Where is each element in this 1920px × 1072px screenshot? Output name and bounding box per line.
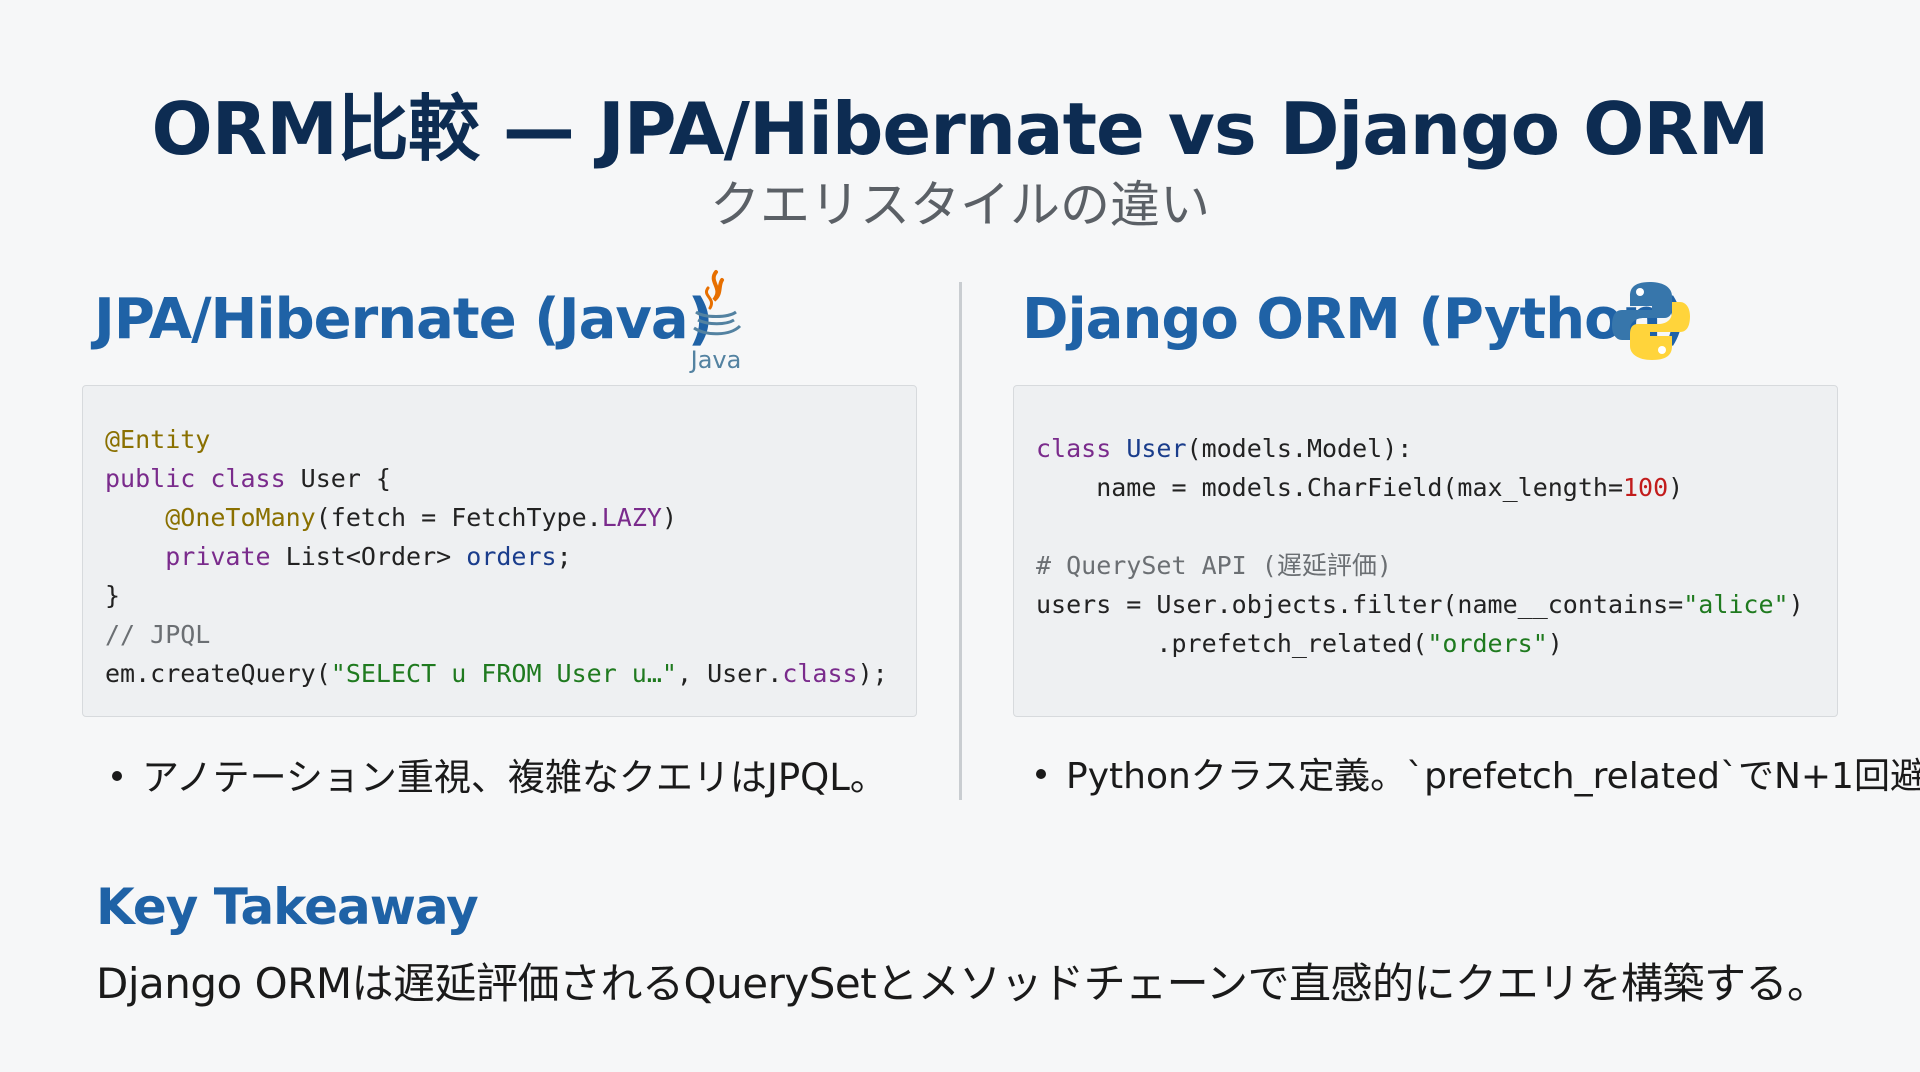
code-token: (models.Model): <box>1186 434 1413 463</box>
code-token: ) <box>661 503 677 532</box>
code-token: name = models.CharField(max_length= <box>1036 473 1623 502</box>
code-token: .prefetch_related( <box>1036 629 1428 658</box>
code-token: class <box>210 464 301 493</box>
code-line: class User(models.Model): <box>1036 429 1837 468</box>
code-token: "SELECT u FROM User u…" <box>330 659 677 688</box>
takeaway-label: Key Takeaway <box>96 878 479 936</box>
code-token: users = User.objects.filter(name__contai… <box>1036 590 1684 619</box>
page-title: ORM比較 — JPA/Hibernate vs Django ORM <box>151 87 1770 171</box>
python-bullet-text: Pythonクラス定義。`prefetch_related`でN+1回避。 <box>1066 756 1920 797</box>
code-line: users = User.objects.filter(name__contai… <box>1036 585 1837 624</box>
code-token: ) <box>1788 590 1804 619</box>
java-code-block: @Entity public class User { @OneToMany(fe… <box>82 385 917 717</box>
java-logo-text: Java <box>689 346 742 374</box>
code-line: private List<Order> orders; <box>105 537 916 576</box>
code-line: } <box>105 576 916 615</box>
code-token: class <box>1036 434 1127 463</box>
code-token: LAZY <box>601 503 662 532</box>
code-token: ) <box>1547 629 1563 658</box>
code-line: @Entity <box>105 420 916 459</box>
code-token: User <box>1126 434 1187 463</box>
code-token: List<Order> <box>285 542 467 571</box>
code-token: class <box>782 659 858 688</box>
takeaway-text: Django ORMは遅延評価されるQuerySetとメソッドチェーンで直感的に… <box>96 959 1829 1008</box>
code-token: orders <box>466 542 557 571</box>
code-line: name = models.CharField(max_length=100) <box>1036 468 1837 507</box>
code-token: 100 <box>1623 473 1669 502</box>
page-subtitle: クエリスタイルの違い <box>710 176 1210 234</box>
code-line: // JPQL <box>105 615 916 654</box>
java-bullet-text: アノテーション重視、複雑なクエリはJPQL。 <box>142 756 887 799</box>
code-token: @OneToMany <box>165 503 316 532</box>
django-heading: Django ORM (Python) <box>1022 287 1686 352</box>
python-icon <box>1612 282 1690 360</box>
jpa-heading: JPA/Hibernate (Java) <box>94 287 713 352</box>
column-divider <box>959 282 962 800</box>
code-token: # QuerySet API (遅延評価) <box>1036 551 1392 580</box>
code-token: , User. <box>676 659 783 688</box>
code-line: .prefetch_related("orders") <box>1036 624 1837 663</box>
code-token: } <box>105 581 121 610</box>
code-token: "orders" <box>1427 629 1548 658</box>
code-line: public class User { <box>105 459 916 498</box>
bullet-dot <box>1036 769 1046 779</box>
code-token: em.createQuery( <box>105 659 331 688</box>
code-token: public <box>105 464 211 493</box>
java-icon: Java <box>689 270 742 374</box>
code-token: ) <box>1668 473 1684 502</box>
code-line: em.createQuery("SELECT u FROM User u…", … <box>105 654 916 693</box>
code-token: // JPQL <box>105 620 211 649</box>
code-token: ); <box>857 659 888 688</box>
code-token: ; <box>556 542 572 571</box>
bullet-dot <box>112 770 122 781</box>
code-line: # QuerySet API (遅延評価) <box>1036 546 1837 585</box>
code-token: User { <box>300 464 391 493</box>
code-line: @OneToMany(fetch = FetchType.LAZY) <box>105 498 916 537</box>
code-token: private <box>165 542 286 571</box>
python-code-block: class User(models.Model): name = models.… <box>1013 385 1838 717</box>
code-token: (fetch = FetchType. <box>315 503 602 532</box>
code-token: "alice" <box>1683 590 1789 619</box>
code-token: @Entity <box>105 425 211 454</box>
java-bullet: アノテーション重視、複雑なクエリはJPQL。 <box>112 747 887 801</box>
python-bullet: Pythonクラス定義。`prefetch_related`でN+1回避。 <box>1036 747 1920 799</box>
